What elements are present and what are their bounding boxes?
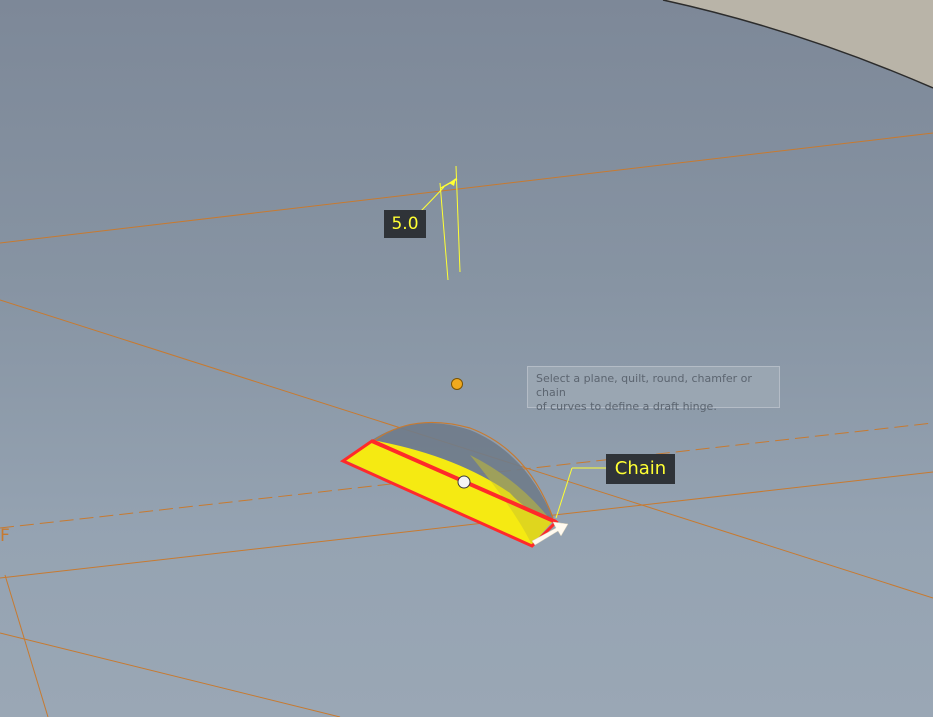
model-viewport[interactable]: 5.0 Select a plane, quilt, round, chamfe…	[0, 0, 933, 717]
dimension-arrowhead	[449, 178, 456, 186]
dimension-witness-line-2	[455, 165, 461, 273]
datum-plane-edge-bottom[interactable]	[0, 632, 341, 717]
model-body-shoulder[interactable]	[663, 0, 933, 88]
hint-tooltip: Select a plane, quilt, round, chamfer or…	[527, 366, 780, 413]
tooltip-line-1: Select a plane, quilt, round, chamfer or…	[536, 372, 752, 399]
drag-handle[interactable]	[451, 378, 463, 390]
tooltip-line-2: of curves to define a draft hinge.	[536, 400, 717, 413]
chain-leader-line-diagonal	[555, 467, 573, 519]
datum-plane-tag[interactable]: F	[0, 526, 10, 546]
center-handle[interactable]	[457, 475, 471, 489]
datum-plane-edge-corner[interactable]	[4, 574, 49, 717]
datum-plane-edge-upper[interactable]	[0, 132, 933, 244]
dimension-witness-line-1	[439, 182, 449, 281]
draft-angle-dimension[interactable]: 5.0	[384, 210, 426, 238]
chain-label[interactable]: Chain	[606, 454, 675, 484]
model-scene[interactable]	[0, 0, 933, 717]
